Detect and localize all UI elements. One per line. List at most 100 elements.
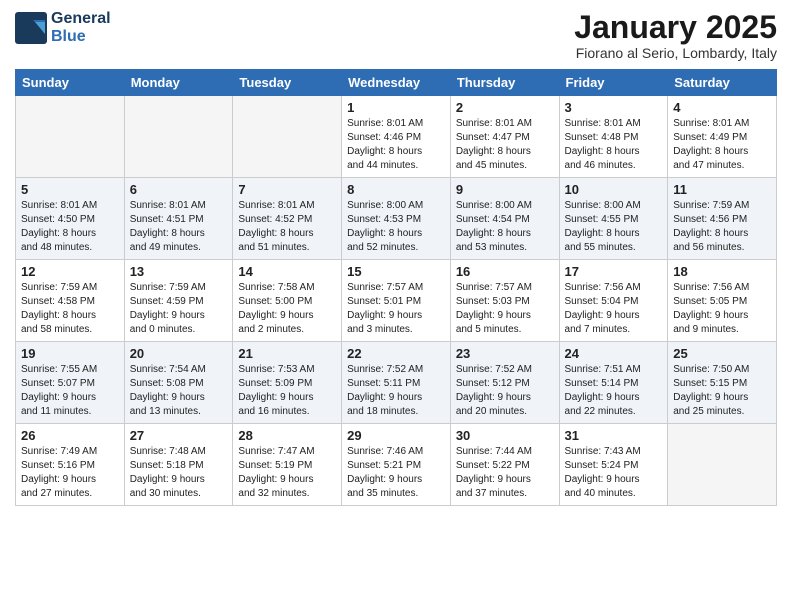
header: General Blue January 2025 Fiorano al Ser…: [15, 10, 777, 61]
calendar-cell: 17Sunrise: 7:56 AM Sunset: 5:04 PM Dayli…: [559, 260, 668, 342]
calendar-cell: [124, 96, 233, 178]
day-info: Sunrise: 8:01 AM Sunset: 4:49 PM Dayligh…: [673, 117, 771, 173]
day-number: 14: [238, 264, 336, 279]
day-number: 29: [347, 428, 445, 443]
logo: General Blue: [15, 10, 111, 45]
day-info: Sunrise: 7:54 AM Sunset: 5:08 PM Dayligh…: [130, 363, 228, 419]
day-info: Sunrise: 7:55 AM Sunset: 5:07 PM Dayligh…: [21, 363, 119, 419]
week-row-3: 12 Sunrise: 7:59 AM Sunset: 4:58 PM Dayli…: [16, 260, 777, 342]
calendar-cell: 9Sunrise: 8:00 AM Sunset: 4:54 PM Daylig…: [450, 178, 559, 260]
day-number: 3: [565, 100, 663, 115]
day-number: 4: [673, 100, 771, 115]
week-row-1: 1Sunrise: 8:01 AM Sunset: 4:46 PM Daylig…: [16, 96, 777, 178]
calendar-cell: 22 Sunrise: 7:52 AM Sunset: 5:11 PM Dayli…: [342, 342, 451, 424]
col-header-tuesday: Tuesday: [233, 70, 342, 96]
week-row-5: 26Sunrise: 7:49 AM Sunset: 5:16 PM Dayli…: [16, 424, 777, 506]
day-number: 22: [347, 346, 445, 361]
day-info: Sunrise: 7:50 AM Sunset: 5:15 PM Dayligh…: [673, 363, 771, 419]
day-info: Sunrise: 8:01 AM Sunset: 4:48 PM Dayligh…: [565, 117, 663, 173]
logo-text-line2: Blue: [51, 28, 111, 46]
calendar-cell: 1Sunrise: 8:01 AM Sunset: 4:46 PM Daylig…: [342, 96, 451, 178]
day-number: 30: [456, 428, 554, 443]
day-info: Sunrise: 7:47 AM Sunset: 5:19 PM Dayligh…: [238, 445, 336, 501]
day-info: Sunrise: 7:59 AM Sunset: 4:59 PM Dayligh…: [130, 281, 228, 337]
calendar-cell: 4 Sunrise: 8:01 AM Sunset: 4:49 PM Daylig…: [668, 96, 777, 178]
header-row: SundayMondayTuesdayWednesdayThursdayFrid…: [16, 70, 777, 96]
calendar-cell: [233, 96, 342, 178]
day-number: 15: [347, 264, 445, 279]
day-number: 5: [21, 182, 119, 197]
day-number: 25: [673, 346, 771, 361]
location: Fiorano al Serio, Lombardy, Italy: [574, 45, 777, 61]
day-info: Sunrise: 8:01 AM Sunset: 4:47 PM Dayligh…: [456, 117, 554, 173]
day-number: 27: [130, 428, 228, 443]
logo-icon: [15, 12, 47, 44]
month-title: January 2025: [574, 10, 777, 45]
day-info: Sunrise: 7:52 AM Sunset: 5:11 PM Dayligh…: [347, 363, 445, 419]
day-info: Sunrise: 8:00 AM Sunset: 4:53 PM Dayligh…: [347, 199, 445, 255]
day-number: 13: [130, 264, 228, 279]
day-number: 6: [130, 182, 228, 197]
day-number: 10: [565, 182, 663, 197]
day-number: 26: [21, 428, 119, 443]
calendar-cell: 27 Sunrise: 7:48 AM Sunset: 5:18 PM Dayli…: [124, 424, 233, 506]
calendar-cell: 11 Sunrise: 7:59 AM Sunset: 4:56 PM Dayli…: [668, 178, 777, 260]
calendar-cell: 20Sunrise: 7:54 AM Sunset: 5:08 PM Dayli…: [124, 342, 233, 424]
day-number: 24: [565, 346, 663, 361]
week-row-4: 19 Sunrise: 7:55 AM Sunset: 5:07 PM Dayli…: [16, 342, 777, 424]
calendar-cell: 3 Sunrise: 8:01 AM Sunset: 4:48 PM Daylig…: [559, 96, 668, 178]
week-row-2: 5 Sunrise: 8:01 AM Sunset: 4:50 PM Daylig…: [16, 178, 777, 260]
day-info: Sunrise: 7:53 AM Sunset: 5:09 PM Dayligh…: [238, 363, 336, 419]
day-number: 1: [347, 100, 445, 115]
calendar-cell: 30Sunrise: 7:44 AM Sunset: 5:22 PM Dayli…: [450, 424, 559, 506]
page: General Blue January 2025 Fiorano al Ser…: [0, 0, 792, 612]
day-info: Sunrise: 8:01 AM Sunset: 4:50 PM Dayligh…: [21, 199, 119, 255]
day-number: 19: [21, 346, 119, 361]
title-block: January 2025 Fiorano al Serio, Lombardy,…: [574, 10, 777, 61]
day-number: 8: [347, 182, 445, 197]
day-number: 28: [238, 428, 336, 443]
calendar-cell: 7Sunrise: 8:01 AM Sunset: 4:52 PM Daylig…: [233, 178, 342, 260]
calendar-cell: 21 Sunrise: 7:53 AM Sunset: 5:09 PM Dayli…: [233, 342, 342, 424]
calendar-cell: 29 Sunrise: 7:46 AM Sunset: 5:21 PM Dayli…: [342, 424, 451, 506]
day-number: 16: [456, 264, 554, 279]
day-info: Sunrise: 7:51 AM Sunset: 5:14 PM Dayligh…: [565, 363, 663, 419]
day-number: 21: [238, 346, 336, 361]
day-info: Sunrise: 7:59 AM Sunset: 4:56 PM Dayligh…: [673, 199, 771, 255]
day-number: 31: [565, 428, 663, 443]
day-info: Sunrise: 7:57 AM Sunset: 5:01 PM Dayligh…: [347, 281, 445, 337]
calendar-cell: 31Sunrise: 7:43 AM Sunset: 5:24 PM Dayli…: [559, 424, 668, 506]
col-header-friday: Friday: [559, 70, 668, 96]
day-info: Sunrise: 7:48 AM Sunset: 5:18 PM Dayligh…: [130, 445, 228, 501]
logo-text-line1: General: [51, 10, 111, 28]
calendar-cell: 6Sunrise: 8:01 AM Sunset: 4:51 PM Daylig…: [124, 178, 233, 260]
col-header-saturday: Saturday: [668, 70, 777, 96]
calendar-cell: 15 Sunrise: 7:57 AM Sunset: 5:01 PM Dayli…: [342, 260, 451, 342]
calendar-cell: 18Sunrise: 7:56 AM Sunset: 5:05 PM Dayli…: [668, 260, 777, 342]
day-info: Sunrise: 7:58 AM Sunset: 5:00 PM Dayligh…: [238, 281, 336, 337]
calendar: SundayMondayTuesdayWednesdayThursdayFrid…: [15, 69, 777, 506]
day-info: Sunrise: 8:00 AM Sunset: 4:55 PM Dayligh…: [565, 199, 663, 255]
col-header-thursday: Thursday: [450, 70, 559, 96]
day-info: Sunrise: 8:00 AM Sunset: 4:54 PM Dayligh…: [456, 199, 554, 255]
calendar-cell: 28 Sunrise: 7:47 AM Sunset: 5:19 PM Dayli…: [233, 424, 342, 506]
col-header-wednesday: Wednesday: [342, 70, 451, 96]
col-header-monday: Monday: [124, 70, 233, 96]
day-info: Sunrise: 7:46 AM Sunset: 5:21 PM Dayligh…: [347, 445, 445, 501]
calendar-cell: 26Sunrise: 7:49 AM Sunset: 5:16 PM Dayli…: [16, 424, 125, 506]
day-info: Sunrise: 7:56 AM Sunset: 5:04 PM Dayligh…: [565, 281, 663, 337]
calendar-cell: 5 Sunrise: 8:01 AM Sunset: 4:50 PM Daylig…: [16, 178, 125, 260]
calendar-cell: 13 Sunrise: 7:59 AM Sunset: 4:59 PM Dayli…: [124, 260, 233, 342]
calendar-cell: [668, 424, 777, 506]
day-number: 12: [21, 264, 119, 279]
calendar-cell: 14 Sunrise: 7:58 AM Sunset: 5:00 PM Dayli…: [233, 260, 342, 342]
day-info: Sunrise: 7:56 AM Sunset: 5:05 PM Dayligh…: [673, 281, 771, 337]
day-number: 2: [456, 100, 554, 115]
day-number: 11: [673, 182, 771, 197]
calendar-cell: 2 Sunrise: 8:01 AM Sunset: 4:47 PM Daylig…: [450, 96, 559, 178]
calendar-cell: 23Sunrise: 7:52 AM Sunset: 5:12 PM Dayli…: [450, 342, 559, 424]
calendar-cell: 19 Sunrise: 7:55 AM Sunset: 5:07 PM Dayli…: [16, 342, 125, 424]
day-info: Sunrise: 7:59 AM Sunset: 4:58 PM Dayligh…: [21, 281, 119, 337]
day-info: Sunrise: 8:01 AM Sunset: 4:52 PM Dayligh…: [238, 199, 336, 255]
day-number: 23: [456, 346, 554, 361]
